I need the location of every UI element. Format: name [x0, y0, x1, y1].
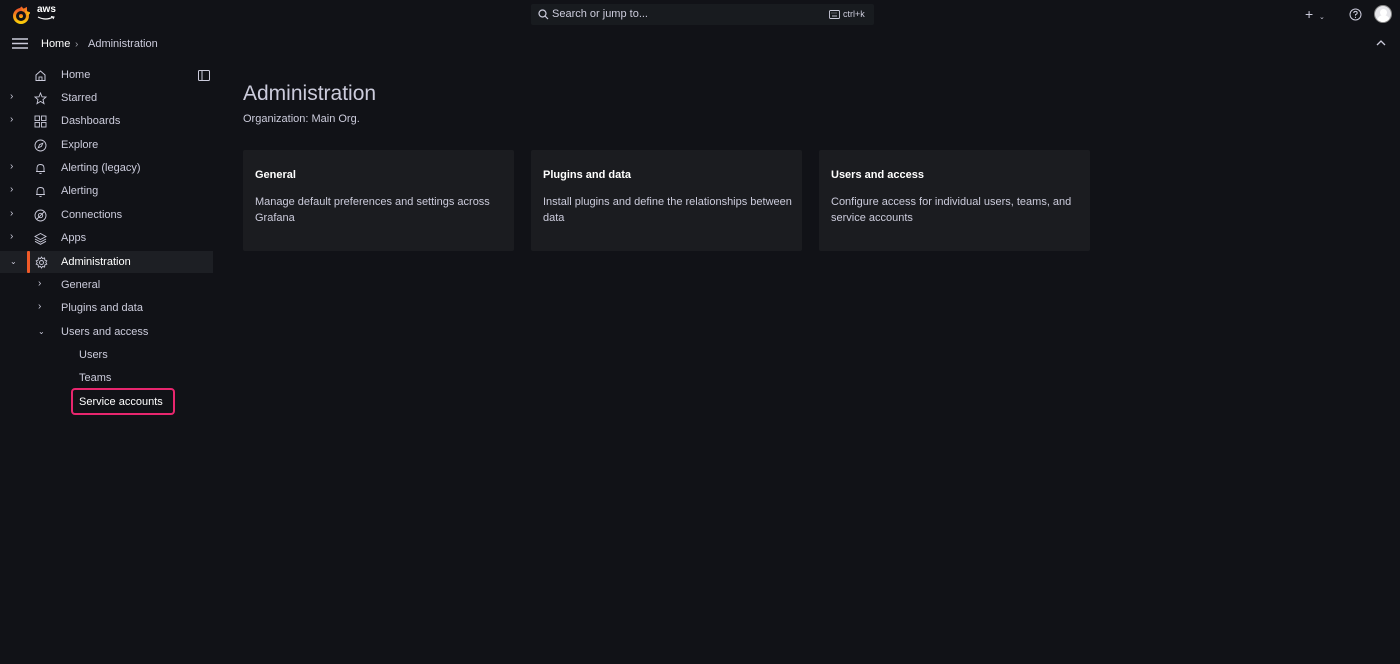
chevron-right-icon[interactable]: ›	[10, 92, 18, 102]
page-title: Administration	[243, 82, 377, 105]
chevron-right-icon[interactable]: ›	[38, 302, 41, 312]
chevron-up-icon[interactable]	[1376, 39, 1386, 47]
link-icon	[34, 209, 47, 222]
sidebar-item-label: Home	[61, 69, 91, 81]
search-input[interactable]: Search or jump to... ctrl+k	[531, 4, 874, 25]
chevron-down-icon: ⌄	[1319, 14, 1325, 21]
service-accounts-highlight	[71, 388, 175, 415]
sidebar-item-starred[interactable]: › Starred	[0, 87, 213, 109]
card-title: Plugins and data	[543, 169, 632, 181]
card-plugins-and-data[interactable]: Plugins and data Install plugins and def…	[531, 150, 802, 251]
card-title: Users and access	[831, 169, 924, 181]
brand-text: aws	[37, 4, 56, 15]
user-avatar[interactable]	[1374, 5, 1392, 23]
chevron-right-icon[interactable]: ›	[10, 209, 18, 219]
sidebar-item-dashboards[interactable]: › Dashboards	[0, 110, 213, 132]
sidebar-item-home[interactable]: Home	[0, 64, 213, 86]
bell-icon	[36, 187, 45, 198]
breadcrumb-home[interactable]: Home	[41, 38, 70, 51]
card-general[interactable]: General Manage default preferences and s…	[243, 150, 514, 251]
chevron-right-icon[interactable]: ›	[38, 279, 41, 289]
chevron-right-icon[interactable]: ›	[10, 115, 18, 125]
sidebar-subitem-plugins-and-data[interactable]: › Plugins and data	[0, 297, 180, 319]
sidebar-subitem-label: General	[61, 279, 101, 291]
chevron-right-icon[interactable]: ›	[10, 162, 18, 172]
sidebar-subitem-users[interactable]: Users	[0, 344, 180, 366]
compass-icon	[34, 139, 47, 152]
sidebar-item-label: Alerting (legacy)	[61, 162, 141, 174]
sidebar-nav: Home › Starred › Dashboards Explore › Al…	[0, 64, 216, 444]
keyboard-icon	[829, 10, 840, 19]
chevron-right-icon[interactable]: ›	[10, 185, 18, 195]
search-shortcut: ctrl+k	[843, 9, 865, 19]
search-icon	[538, 9, 549, 20]
bell-icon	[36, 164, 45, 175]
sidebar-subitem-users-and-access[interactable]: ⌄ Users and access	[0, 321, 180, 343]
card-description: Install plugins and define the relations…	[543, 196, 792, 224]
sidebar-item-label: Connections	[61, 209, 123, 221]
grafana-logo-icon[interactable]	[12, 6, 30, 24]
sidebar-item-apps[interactable]: › Apps	[0, 227, 213, 249]
sidebar-subitem-label: Users and access	[61, 326, 149, 338]
breadcrumb-current: Administration	[88, 38, 158, 50]
chevron-down-icon[interactable]: ⌄	[10, 257, 18, 267]
sidebar-item-alerting[interactable]: › Alerting	[0, 180, 213, 202]
sidebar-item-label: Alerting	[61, 185, 99, 197]
help-icon[interactable]	[1349, 8, 1362, 21]
active-indicator	[27, 251, 30, 273]
grid-icon	[34, 115, 47, 128]
chevron-down-icon[interactable]: ⌄	[38, 327, 45, 337]
sidebar-subitem-general[interactable]: › General	[0, 274, 180, 296]
breadcrumb-bar: Home › Administration	[0, 29, 1400, 59]
sidebar-subitem-label: Plugins and data	[61, 302, 143, 314]
home-icon	[35, 70, 46, 81]
sidebar-subitem-label: Teams	[79, 372, 112, 384]
card-description: Configure access for individual users, t…	[831, 196, 1072, 224]
chevron-right-icon[interactable]: ›	[10, 232, 18, 242]
sidebar-item-label: Starred	[61, 92, 98, 104]
card-description: Manage default preferences and settings …	[255, 196, 490, 224]
sidebar-item-alerting-legacy[interactable]: › Alerting (legacy)	[0, 157, 213, 179]
dock-menu-icon[interactable]	[198, 70, 210, 81]
sidebar-subitem-label: Users	[79, 349, 108, 361]
gear-icon	[35, 256, 48, 269]
breadcrumb-separator: ›	[75, 39, 79, 50]
sidebar-item-label: Dashboards	[61, 115, 121, 127]
layers-icon	[34, 232, 47, 245]
card-users-and-access[interactable]: Users and access Configure access for in…	[819, 150, 1090, 251]
card-title: General	[255, 169, 296, 181]
sidebar-item-administration[interactable]: ⌄ Administration	[0, 251, 213, 273]
plus-icon: +	[1305, 6, 1314, 22]
star-icon	[34, 92, 47, 105]
sidebar-subitem-teams[interactable]: Teams	[0, 367, 180, 389]
sidebar-item-label: Explore	[61, 139, 99, 151]
sidebar-item-label: Administration	[61, 256, 131, 268]
page-subtitle: Organization: Main Org.	[243, 113, 360, 125]
search-placeholder: Search or jump to...	[552, 8, 648, 20]
sidebar-item-explore[interactable]: Explore	[0, 134, 213, 156]
sidebar-item-label: Apps	[61, 232, 87, 244]
aws-smile-icon	[37, 16, 55, 20]
sidebar-item-connections[interactable]: › Connections	[0, 204, 213, 226]
menu-icon[interactable]	[12, 38, 28, 49]
new-dropdown-button[interactable]: + ⌄	[1305, 7, 1329, 23]
top-bar: aws Search or jump to... ctrl+k + ⌄	[0, 0, 1400, 29]
